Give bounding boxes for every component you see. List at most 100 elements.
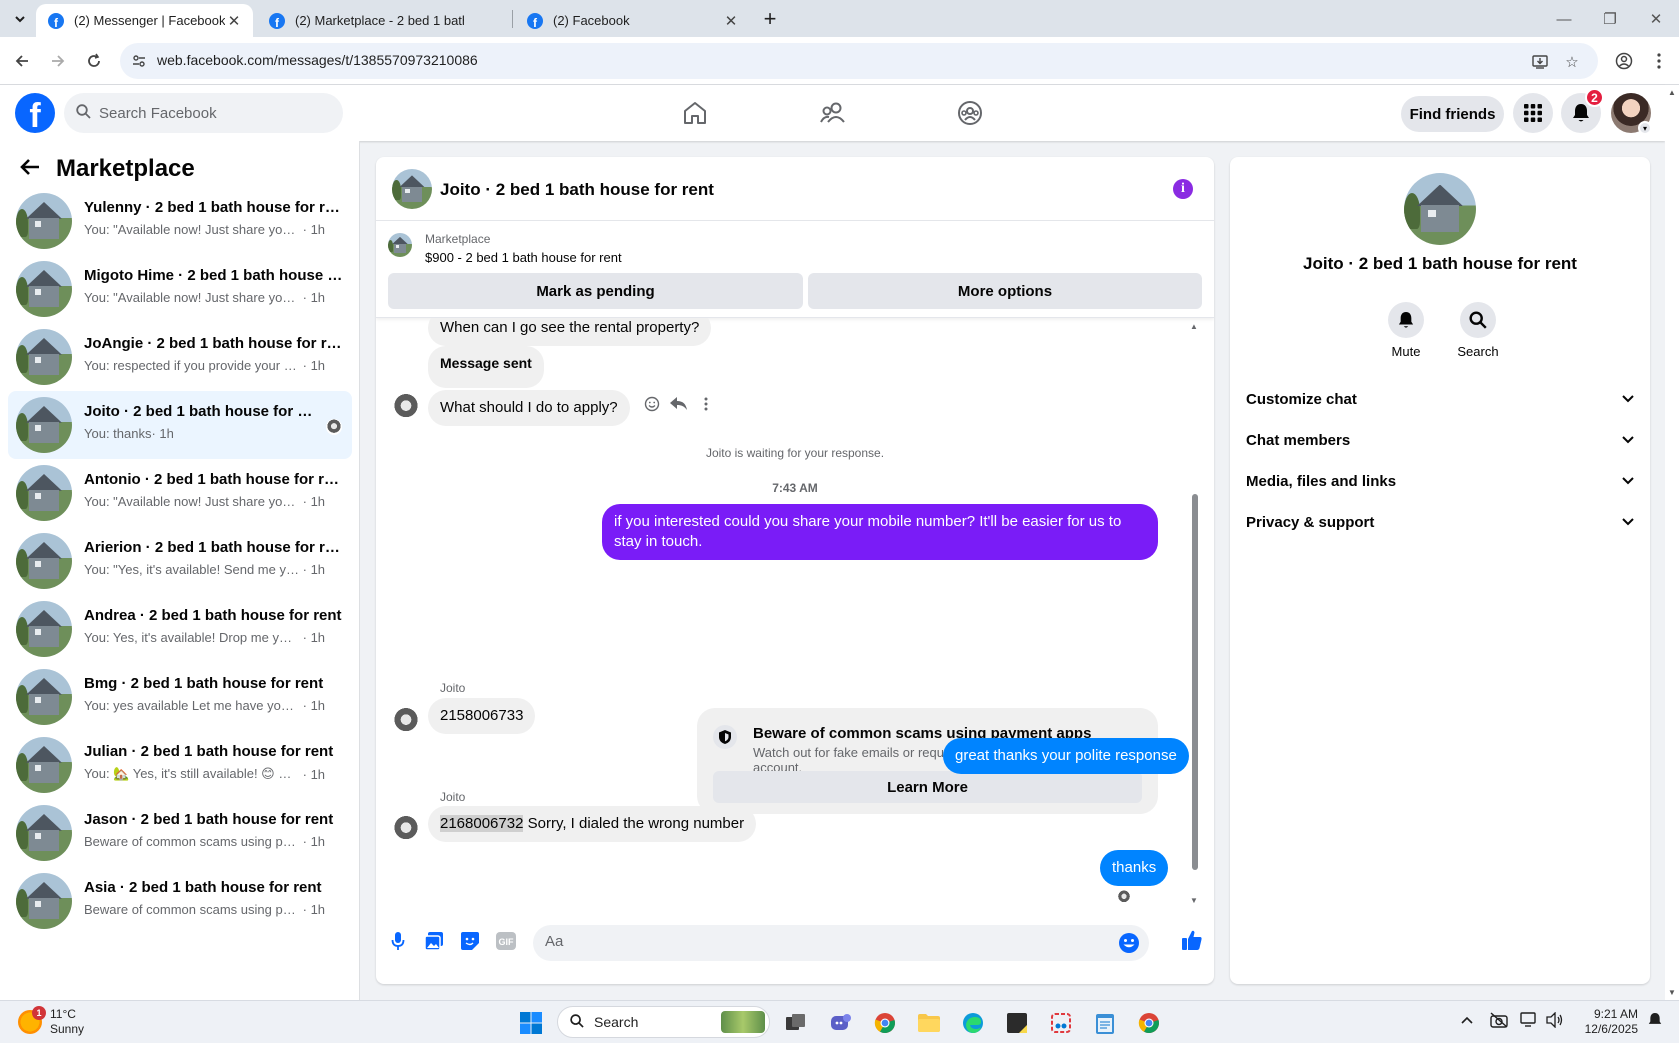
- message-input[interactable]: [545, 933, 1105, 950]
- listing-title[interactable]: $900 - 2 bed 1 bath house for rent: [425, 250, 622, 265]
- message-bubble-in[interactable]: Message sent: [428, 346, 544, 388]
- tab-search-button[interactable]: [8, 7, 32, 31]
- windows-start-icon[interactable]: [516, 1008, 546, 1038]
- back-button[interactable]: [8, 47, 36, 75]
- message-input-box[interactable]: [533, 925, 1149, 961]
- scroll-up-icon[interactable]: ▲: [1668, 88, 1676, 97]
- sticky-notes-icon[interactable]: [1002, 1008, 1032, 1038]
- volume-icon[interactable]: [1546, 1011, 1564, 1031]
- facebook-search[interactable]: [64, 93, 343, 133]
- close-tab-icon[interactable]: ✕: [722, 12, 740, 30]
- thumbs-up-icon[interactable]: [1180, 928, 1204, 952]
- home-nav-button[interactable]: [639, 85, 751, 141]
- customize-chat-section[interactable]: Customize chat: [1246, 381, 1634, 417]
- message-bubble-in[interactable]: What should I do to apply?: [428, 390, 630, 426]
- scroll-down-icon[interactable]: ▼: [1668, 988, 1676, 997]
- gif-icon[interactable]: GIF: [494, 929, 518, 953]
- edge-icon[interactable]: [958, 1008, 988, 1038]
- info-icon[interactable]: i: [1173, 179, 1193, 199]
- conversation-item[interactable]: Andrea · 2 bed 1 bath house for rent You…: [8, 595, 352, 663]
- forward-button[interactable]: [44, 47, 72, 75]
- scroll-up-icon[interactable]: ▲: [1190, 322, 1198, 331]
- conversation-item[interactable]: Bmg · 2 bed 1 bath house for rent You: y…: [8, 663, 352, 731]
- notepad-icon[interactable]: [1090, 1008, 1120, 1038]
- conversation-item-active[interactable]: Joito · 2 bed 1 bath house for rent You:…: [8, 391, 352, 459]
- chat-avatar[interactable]: [392, 169, 432, 209]
- message-bubble-in[interactable]: When can I go see the rental property?: [428, 318, 712, 346]
- mark-pending-button[interactable]: Mark as pending: [388, 273, 803, 309]
- minimize-button[interactable]: —: [1541, 6, 1587, 32]
- search-conversation-button[interactable]: Search: [1448, 302, 1508, 359]
- photo-icon[interactable]: [422, 929, 446, 953]
- conversation-item[interactable]: Asia · 2 bed 1 bath house for rent Bewar…: [8, 867, 352, 935]
- new-tab-button[interactable]: +: [757, 6, 783, 32]
- network-icon[interactable]: [1520, 1012, 1538, 1031]
- weather-widget[interactable]: 1 11°C Sunny: [18, 1006, 84, 1037]
- scroll-down-icon[interactable]: ▼: [1190, 896, 1198, 905]
- facebook-logo-icon[interactable]: f: [15, 93, 55, 133]
- install-app-icon[interactable]: [1529, 51, 1551, 73]
- notification-bell-icon[interactable]: [1648, 1012, 1662, 1031]
- microphone-icon[interactable]: [386, 929, 410, 953]
- restore-button[interactable]: ❐: [1587, 6, 1633, 32]
- page-scrollbar[interactable]: ▲ ▼: [1665, 85, 1679, 1000]
- privacy-support-section[interactable]: Privacy & support: [1246, 504, 1634, 540]
- chat-members-section[interactable]: Chat members: [1246, 422, 1634, 458]
- back-arrow-icon[interactable]: [20, 155, 40, 183]
- chrome-icon[interactable]: [870, 1008, 900, 1038]
- browser-menu-button[interactable]: [1645, 47, 1673, 75]
- camera-off-icon[interactable]: [1490, 1012, 1508, 1031]
- conversation-item[interactable]: Jason · 2 bed 1 bath house for rent Bewa…: [8, 799, 352, 867]
- chrome-profile-icon[interactable]: [1134, 1008, 1164, 1038]
- react-emoji-icon[interactable]: [641, 393, 663, 415]
- message-bubble-out[interactable]: thanks: [1100, 850, 1169, 886]
- scrollbar-thumb[interactable]: [1192, 494, 1198, 870]
- file-explorer-icon[interactable]: [914, 1008, 944, 1038]
- message-bubble-in[interactable]: 2168006732 Sorry, I dialed the wrong num…: [428, 806, 757, 842]
- conversation-item[interactable]: Migoto Hime · 2 bed 1 bath house for ren…: [8, 255, 352, 323]
- tab-facebook[interactable]: f (2) Facebook ✕: [515, 4, 750, 37]
- chevron-down-icon[interactable]: ▾: [1638, 121, 1652, 135]
- conversation-item[interactable]: Antonio · 2 bed 1 bath house for rent Yo…: [8, 459, 352, 527]
- address-bar[interactable]: web.facebook.com/messages/t/138557097321…: [120, 43, 1598, 79]
- listing-thumbnail[interactable]: [388, 233, 412, 257]
- conversation-item[interactable]: JoAngie · 2 bed 1 bath house for rent Yo…: [8, 323, 352, 391]
- chat-profile-image[interactable]: [1404, 173, 1476, 245]
- groups-nav-button[interactable]: [914, 85, 1026, 141]
- profile-button[interactable]: [1610, 47, 1638, 75]
- mute-button[interactable]: Mute: [1376, 302, 1436, 359]
- joito-avatar[interactable]: [392, 815, 420, 843]
- tab-marketplace[interactable]: f (2) Marketplace - 2 bed 1 bath h: [257, 4, 474, 37]
- joito-avatar[interactable]: [392, 393, 420, 421]
- message-bubble-in[interactable]: 2158006733: [428, 698, 536, 734]
- selected-text[interactable]: 2168006732: [440, 815, 524, 832]
- close-window-button[interactable]: ✕: [1633, 6, 1679, 32]
- conversation-item[interactable]: Yulenny · 2 bed 1 bath house for rent Yo…: [8, 187, 352, 255]
- media-files-section[interactable]: Media, files and links: [1246, 463, 1634, 499]
- snipping-tool-icon[interactable]: [1046, 1008, 1076, 1038]
- close-tab-icon[interactable]: ✕: [225, 12, 243, 30]
- learn-more-button[interactable]: Learn More: [713, 771, 1142, 803]
- reload-button[interactable]: [80, 47, 108, 75]
- site-settings-icon[interactable]: [130, 52, 148, 70]
- menu-button[interactable]: [1513, 93, 1553, 133]
- more-options-button[interactable]: More options: [808, 273, 1202, 309]
- chat-title[interactable]: Joito · 2 bed 1 bath house for rent: [440, 180, 714, 200]
- taskbar-search[interactable]: Search: [557, 1006, 770, 1038]
- tab-messenger[interactable]: f (2) Messenger | Facebook ✕: [36, 4, 253, 37]
- friends-nav-button[interactable]: [777, 85, 889, 141]
- emoji-icon[interactable]: [1117, 931, 1141, 955]
- tray-overflow-icon[interactable]: [1461, 1012, 1473, 1027]
- teams-icon[interactable]: [826, 1008, 856, 1038]
- chat-scrollbar[interactable]: ▲ ▼: [1189, 318, 1201, 908]
- conversation-item[interactable]: Arierion · 2 bed 1 bath house for rent Y…: [8, 527, 352, 595]
- bookmark-star-icon[interactable]: ☆: [1561, 51, 1583, 73]
- search-input[interactable]: [99, 104, 319, 122]
- reply-icon[interactable]: [668, 393, 690, 415]
- find-friends-button[interactable]: Find friends: [1401, 96, 1504, 132]
- task-view-icon[interactable]: [781, 1008, 811, 1038]
- joito-avatar[interactable]: [392, 707, 420, 735]
- more-actions-icon[interactable]: [695, 393, 717, 415]
- sticker-icon[interactable]: [458, 929, 482, 953]
- message-bubble-out[interactable]: if you interested could you share your m…: [602, 504, 1158, 560]
